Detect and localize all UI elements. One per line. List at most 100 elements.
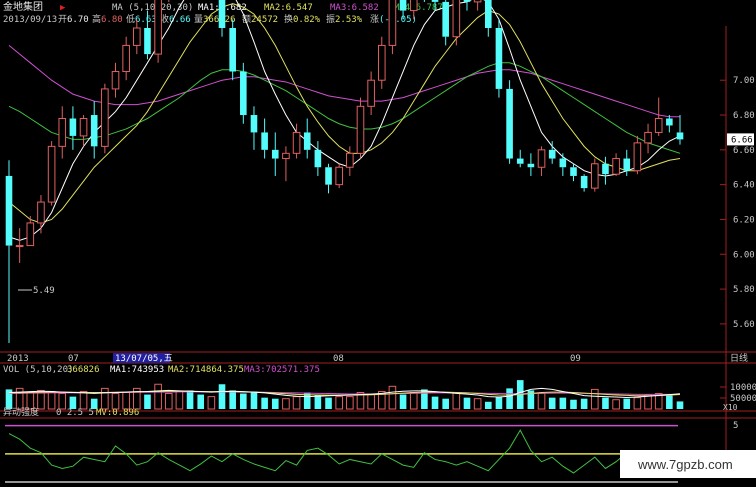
period-button[interactable]: 日线 <box>730 352 748 364</box>
volume-ma1: MA1:743953 <box>110 365 164 375</box>
volume-bar <box>101 387 109 410</box>
volume-bar <box>207 396 216 410</box>
candle <box>676 115 684 145</box>
volume-bar <box>144 394 151 409</box>
candle <box>261 118 268 159</box>
candle <box>314 141 322 176</box>
amount-value: 24572 <box>251 15 278 25</box>
volume-bar <box>548 397 556 409</box>
volume-bar <box>612 399 620 410</box>
play-icon[interactable]: ▶ <box>60 3 66 13</box>
volume-bar <box>590 388 599 410</box>
ma3-value: MA3:6.582 <box>330 3 379 13</box>
volume-bar <box>409 392 418 410</box>
close-value: 6.66 <box>169 15 191 25</box>
candle <box>570 163 577 182</box>
volume-bar <box>240 393 247 409</box>
candle <box>463 0 471 11</box>
stock-name: 金地集团 <box>3 0 43 13</box>
candle <box>218 0 226 37</box>
min-price-label: 5.49 <box>33 286 55 296</box>
volume-bar <box>229 390 236 409</box>
high-value: 6.80 <box>101 15 123 25</box>
watermark-text: www.7gpzb.com <box>637 457 733 472</box>
volume-bar <box>570 399 577 409</box>
candle <box>612 153 620 176</box>
candle <box>58 106 67 159</box>
low-value: 6.63 <box>135 15 157 25</box>
volume-unit: X10 <box>723 403 738 412</box>
amplitude-label: 振 <box>326 13 335 25</box>
volume-title: VOL (5,10,20) <box>3 365 73 375</box>
quote-date: 2013/09/13 <box>3 15 57 25</box>
volume-bar <box>15 387 24 410</box>
volume-bar <box>559 397 567 409</box>
volume-bar <box>367 394 375 410</box>
volume-bar <box>197 394 205 409</box>
volume-bar <box>484 401 492 409</box>
volume-bar <box>666 395 673 409</box>
candle <box>654 97 663 136</box>
stock-chart[interactable]: 金地集团 ▶ MA (5,10,20,30) MA1:6.682 MA2:6.5… <box>0 0 756 487</box>
candlestick-series <box>5 0 684 344</box>
candle <box>122 36 130 81</box>
volume-bar <box>442 398 449 409</box>
volume-bar <box>292 396 301 410</box>
volume-series <box>5 380 684 410</box>
candle <box>90 101 98 159</box>
volume-bar <box>175 390 184 410</box>
date-bar: 2013 07 13/07/05,五 08 09 日线 <box>7 352 748 364</box>
volume-bar <box>346 396 354 410</box>
price-tick-label: 5.60 <box>733 320 755 330</box>
candle <box>356 97 365 159</box>
date-label-08: 08 <box>333 354 344 364</box>
candle <box>666 115 673 133</box>
change-value: (-0.05) <box>379 15 417 25</box>
volume-bar <box>186 390 194 409</box>
volume-header: VOL (5,10,20) 366826 MA1:743953 MA2:7148… <box>3 365 320 375</box>
volume-bar <box>399 394 407 409</box>
price-tick-label: 6.20 <box>733 215 755 225</box>
volume-bar <box>250 391 258 409</box>
volume-bar <box>154 383 162 410</box>
candle <box>452 0 461 46</box>
volume-bar <box>122 392 130 410</box>
indicator-params: 0 2.5 5 <box>56 408 94 418</box>
turnover-label: 换 <box>284 13 293 25</box>
volume-bar <box>633 397 642 410</box>
candle <box>506 80 513 164</box>
volume-bar <box>676 401 684 409</box>
candle <box>168 0 170 2</box>
candle <box>590 158 599 192</box>
high-label: 高 <box>92 13 101 25</box>
candle <box>47 141 56 206</box>
open-value: 6.70 <box>67 15 89 25</box>
min-price-annotation: 5.49 <box>18 286 55 296</box>
indicator-levels <box>5 424 678 483</box>
volume-bar <box>580 398 588 409</box>
candle <box>111 62 120 98</box>
low-label: 低 <box>126 13 135 25</box>
candle <box>335 163 343 189</box>
turnover-value: 0.82% <box>293 15 321 25</box>
volume-bar <box>111 393 120 410</box>
volume-bar <box>506 388 513 409</box>
indicator-tick-5: 5 <box>733 421 738 431</box>
candle <box>303 118 311 159</box>
last-price-label: 6.66 <box>731 135 753 145</box>
indicator-line <box>8 429 681 474</box>
candle <box>15 228 24 263</box>
quote-line: 2013/09/13 开 6.70 高 6.80 低 6.63 收 6.66 量… <box>3 13 417 25</box>
price-tick-label: 6.60 <box>733 146 755 156</box>
watermark: www.7gpzb.com <box>620 450 756 478</box>
candle <box>5 160 13 344</box>
volume-bar <box>79 390 88 410</box>
last-price-tag: 6.66 <box>727 133 754 146</box>
volume-bar <box>452 392 461 410</box>
candle <box>495 19 503 98</box>
volume-bar <box>495 396 503 409</box>
candle <box>473 0 482 11</box>
candle <box>101 83 109 154</box>
candle <box>548 141 556 164</box>
price-tick-label: 6.00 <box>733 250 755 260</box>
